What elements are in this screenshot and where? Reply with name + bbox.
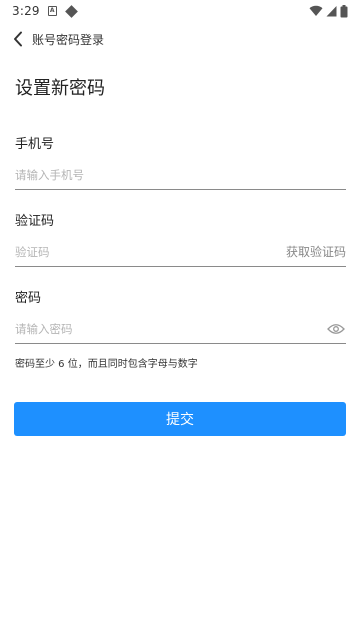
code-label: 验证码	[15, 214, 55, 229]
password-hint: 密码至少 6 位，而且同时包含字母与数字	[15, 359, 198, 370]
status-bar: 3:29 A	[0, 0, 360, 22]
battery-icon	[340, 4, 348, 17]
status-right	[309, 4, 348, 18]
notification-a-icon: A	[47, 6, 57, 16]
password-field	[15, 314, 346, 344]
status-time: 3:29	[12, 4, 40, 18]
back-button[interactable]	[8, 28, 28, 50]
code-field: 获取验证码	[15, 237, 346, 267]
code-input[interactable]	[15, 237, 286, 266]
password-label: 密码	[15, 291, 42, 306]
phone-field	[15, 160, 346, 190]
phone-label: 手机号	[15, 137, 55, 152]
page-title: 设置新密码	[15, 78, 105, 99]
nav-title: 账号密码登录	[32, 32, 105, 47]
status-left: 3:29 A	[12, 4, 78, 18]
get-code-button[interactable]: 获取验证码	[286, 243, 346, 260]
password-input[interactable]	[15, 314, 326, 343]
notification-diamond-icon	[64, 4, 78, 18]
chevron-left-icon	[14, 31, 22, 47]
eye-icon	[327, 323, 345, 334]
signal-icon	[326, 6, 337, 17]
wifi-icon	[309, 5, 323, 17]
submit-button[interactable]: 提交	[14, 402, 346, 436]
nav-bar: 账号密码登录	[0, 26, 360, 52]
phone-input[interactable]	[15, 160, 346, 189]
toggle-password-visibility-button[interactable]	[326, 319, 346, 339]
